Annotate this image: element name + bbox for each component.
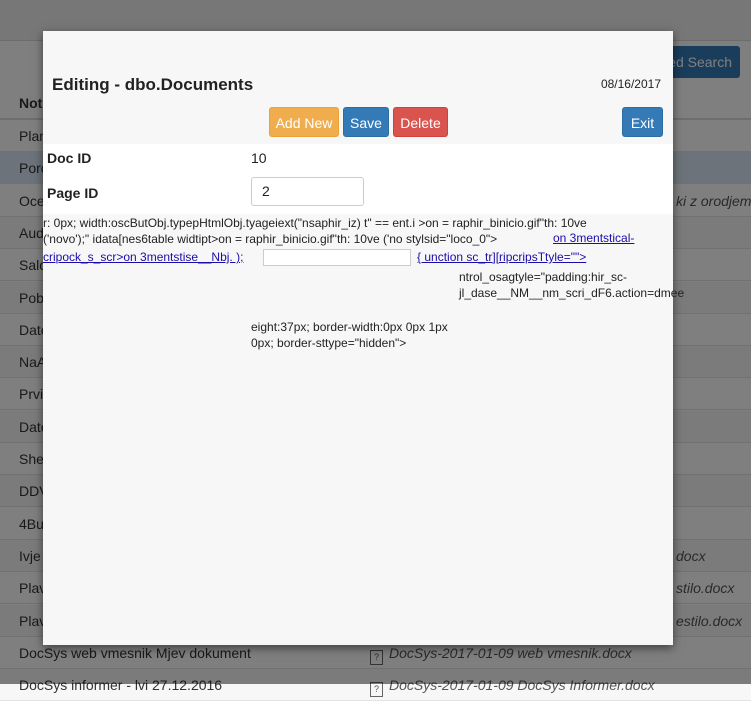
doc-id-label: Doc ID [47, 150, 92, 166]
add-new-button[interactable]: Add New [269, 107, 339, 137]
raw-markup-line2: ('novo');" idata[nes6table widtipt>on = … [43, 232, 498, 246]
page-id-label: Page ID [47, 185, 99, 201]
raw-markup-link1[interactable]: on 3mentstical- [553, 231, 634, 245]
raw-markup-block-mid: eight:37px; border-width:0px 0px 1px 0px… [251, 320, 448, 350]
document-icon: ? [370, 682, 383, 698]
raw-markup-link3[interactable]: { unction sc_tr][ripcripsTtyle=""> [417, 250, 586, 264]
modal-date: 08/16/2017 [600, 77, 661, 91]
page-id-input[interactable]: 2 [251, 177, 364, 206]
modal-title: Editing - dbo.Documents [52, 75, 254, 94]
raw-markup-input[interactable] [263, 249, 411, 266]
raw-markup-block-right: ntrol_osagtyle="padding:hir_sc-jl_dase__… [459, 270, 685, 300]
raw-markup-link2[interactable]: cripock_s_scr>on 3mentstise__Nbj. ); [43, 250, 243, 264]
save-button[interactable]: Save [343, 107, 389, 137]
delete-button[interactable]: Delete [393, 107, 448, 137]
exit-button[interactable]: Exit [622, 107, 663, 137]
doc-id-value: 10 [251, 150, 267, 166]
edit-modal: Editing - dbo.Documents 08/16/2017 Add N… [43, 31, 685, 645]
raw-markup-line1: r: 0px; width:oscButObj.typepHtmlObj.tya… [43, 216, 587, 230]
edit-form: Doc ID 10 Page ID 2 [43, 144, 673, 214]
